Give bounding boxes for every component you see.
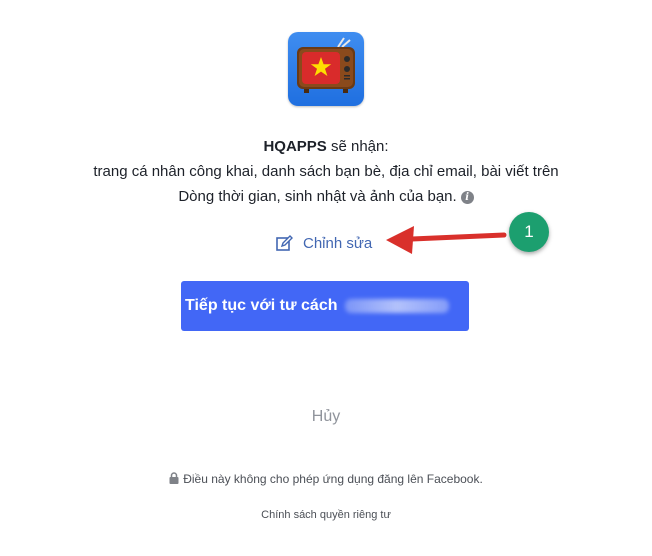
annotation-arrow [386,226,507,254]
permission-heading: HQAPPS sẽ nhận: [0,134,652,160]
blurred-user-name [345,299,450,313]
edit-label: Chỉnh sửa [303,234,373,252]
permission-receives: sẽ nhận: [326,138,389,155]
permission-line-2: trang cá nhân công khai, danh sách bạn b… [93,163,559,180]
step-number-badge: 1 [509,212,549,252]
continue-label: Tiếp tục với tư cách [185,297,338,314]
app-icon [288,32,364,106]
continue-as-button[interactable]: Tiếp tục với tư cách [181,281,469,331]
permission-line-3: Dòng thời gian, sinh nhật và ảnh của bạn… [0,184,652,210]
note-text: Điều này không cho phép ứng dụng đăng lê… [183,472,483,486]
cancel-button[interactable]: Hủy [0,408,652,426]
permission-line-3-text: Dòng thời gian, sinh nhật và ảnh của bạn… [178,188,457,205]
privacy-policy-link[interactable]: Chính sách quyền riêng tư [0,509,652,521]
tv-flag-icon [297,37,355,93]
edit-permissions-link[interactable]: Chỉnh sửa [276,232,372,254]
info-icon[interactable]: i [460,191,474,204]
app-name: HQAPPS [263,138,327,155]
edit-icon [276,234,293,251]
lock-icon [169,472,179,484]
no-post-note: Điều này không cho phép ứng dụng đăng lê… [0,472,652,486]
